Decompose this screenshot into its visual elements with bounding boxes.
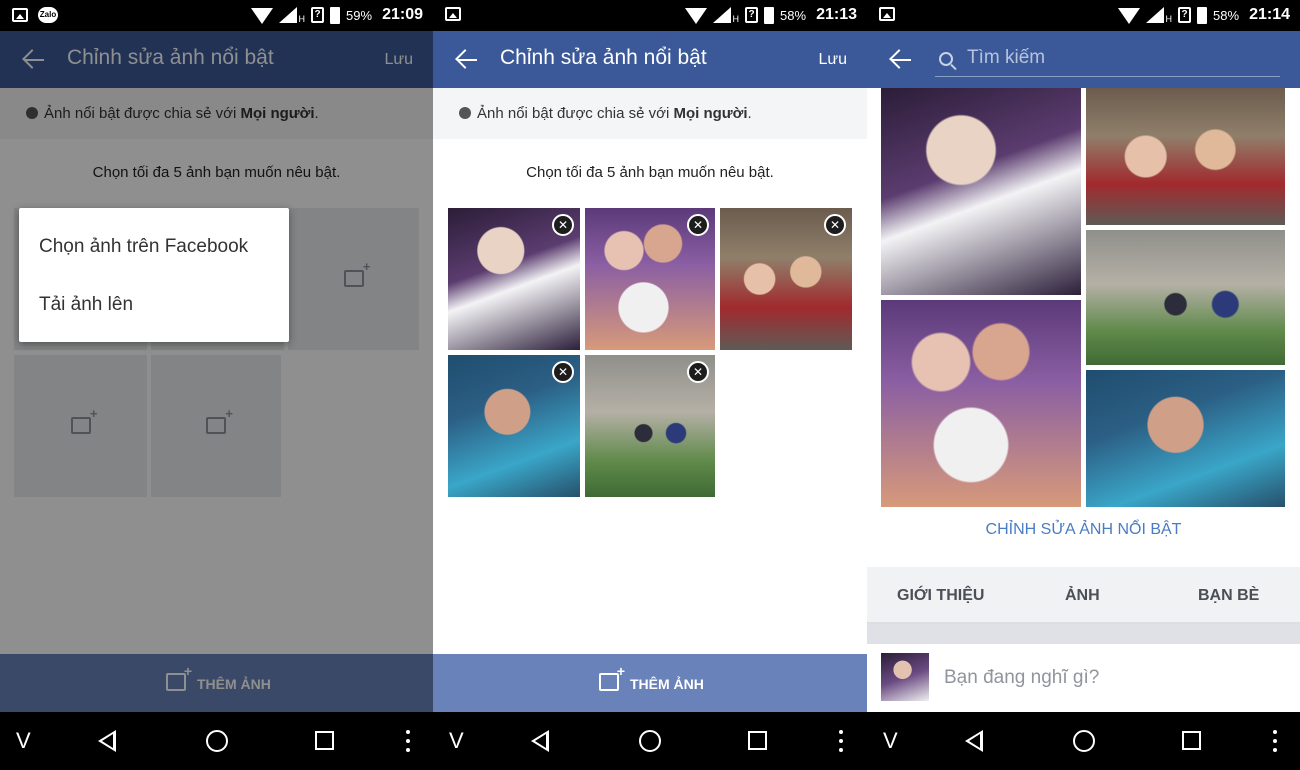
tab-friends[interactable]: BẠN BÈ [1198, 587, 1259, 605]
signal-icon [712, 7, 731, 23]
featured-photo[interactable] [1086, 370, 1285, 507]
menu-item-upload[interactable]: Tải ảnh lên [39, 294, 133, 316]
network-type: H [1165, 14, 1173, 24]
nav-recents-icon[interactable] [315, 731, 334, 750]
battery-percent: 58% [1213, 7, 1240, 23]
clock: 21:09 [382, 6, 423, 23]
battery-percent: 59% [346, 7, 373, 23]
battery-icon [330, 6, 341, 24]
screen-2: H ? 58% 21:13 Chỉnh sửa ảnh nổi bật Lưu … [433, 0, 867, 770]
clock: 21:13 [816, 6, 857, 23]
share-notice-text: Ảnh nổi bật được chia sẻ với Mọi người. [477, 105, 752, 122]
profile-tabs: GIỚI THIỆU ẢNH BẠN BÈ [867, 567, 1300, 624]
status-bar: H ? 58% 21:14 [867, 0, 1300, 31]
battery-icon [764, 6, 775, 24]
help-icon: ? [745, 7, 759, 23]
remove-photo-icon[interactable]: ✕ [687, 361, 709, 383]
featured-photo[interactable]: ✕ [448, 208, 580, 350]
featured-photo[interactable]: ✕ [585, 208, 715, 350]
remove-photo-icon[interactable]: ✕ [824, 214, 846, 236]
search-icon [939, 52, 953, 66]
photo-source-menu: Chọn ảnh trên Facebook Tải ảnh lên [19, 208, 289, 342]
wifi-icon [1117, 8, 1140, 24]
nav-home-icon[interactable] [1073, 730, 1095, 752]
gallery-notification-icon [879, 7, 895, 21]
gallery-notification-icon [445, 7, 461, 21]
nav-v-icon[interactable]: V [449, 728, 464, 754]
system-nav-bar: V [867, 712, 1300, 770]
nav-home-icon[interactable] [639, 730, 661, 752]
nav-menu-icon[interactable] [1273, 730, 1277, 752]
wifi-icon [684, 8, 707, 24]
battery-percent: 58% [780, 7, 807, 23]
battery-icon [1197, 6, 1208, 24]
nav-v-icon[interactable]: V [16, 728, 31, 754]
network-type: H [732, 14, 740, 24]
status-composer[interactable]: Bạn đang nghĩ gì? [867, 644, 1300, 712]
page-title: Chỉnh sửa ảnh nổi bật [500, 46, 707, 69]
help-icon: ? [311, 7, 325, 23]
status-bar: H ? 58% 21:13 [433, 0, 867, 31]
featured-photo[interactable] [1086, 88, 1285, 225]
add-photo-icon [599, 663, 625, 691]
select-prompt: Chọn tối đa 5 ảnh bạn muốn nêu bật. [526, 164, 774, 181]
featured-photo[interactable] [881, 88, 1081, 295]
help-icon: ? [1178, 7, 1192, 23]
zalo-notification-icon: Zalo [38, 7, 58, 23]
featured-photo[interactable]: ✕ [720, 208, 852, 350]
clock: 21:14 [1249, 6, 1290, 23]
system-nav-bar: V [433, 712, 867, 770]
nav-recents-icon[interactable] [748, 731, 767, 750]
composer-prompt: Bạn đang nghĩ gì? [944, 667, 1100, 688]
wifi-icon [250, 8, 273, 24]
remove-photo-icon[interactable]: ✕ [552, 361, 574, 383]
nav-v-icon[interactable]: V [883, 728, 898, 754]
signal-icon [1145, 7, 1164, 23]
status-bar: Zalo H ? 59% 21:09 [0, 0, 433, 31]
nav-home-icon[interactable] [206, 730, 228, 752]
menu-item-choose-facebook[interactable]: Chọn ảnh trên Facebook [39, 236, 248, 258]
edit-featured-link[interactable]: CHỈNH SỬA ẢNH NỔI BẬT [867, 521, 1300, 539]
tab-about[interactable]: GIỚI THIỆU [897, 587, 984, 605]
network-type: H [298, 14, 306, 24]
nav-recents-icon[interactable] [1182, 731, 1201, 750]
screen-1: Zalo H ? 59% 21:09 Chỉnh sửa ảnh nổi bật… [0, 0, 433, 770]
featured-photo[interactable] [881, 300, 1081, 507]
add-photo-label: THÊM ẢNH [630, 676, 704, 692]
back-arrow-icon[interactable] [889, 49, 913, 71]
gallery-notification-icon [12, 8, 28, 22]
tab-photos[interactable]: ẢNH [1065, 587, 1100, 605]
system-nav-bar: V [0, 712, 433, 770]
remove-photo-icon[interactable]: ✕ [687, 214, 709, 236]
signal-icon [278, 7, 297, 23]
featured-photo[interactable]: ✕ [448, 355, 580, 497]
back-arrow-icon[interactable] [455, 49, 479, 71]
avatar [881, 653, 929, 701]
nav-back-icon[interactable] [531, 730, 549, 752]
app-bar: Chỉnh sửa ảnh nổi bật Lưu [433, 31, 867, 88]
screen-3: H ? 58% 21:14 Tìm kiếm CHỈNH SỬA ẢNH NỔI… [867, 0, 1300, 770]
nav-back-icon[interactable] [965, 730, 983, 752]
featured-photo[interactable]: ✕ [585, 355, 715, 497]
search-bar: Tìm kiếm [867, 31, 1300, 88]
globe-icon [459, 107, 471, 119]
nav-menu-icon[interactable] [406, 730, 410, 752]
remove-photo-icon[interactable]: ✕ [552, 214, 574, 236]
save-button[interactable]: Lưu [818, 51, 847, 69]
featured-photo[interactable] [1086, 230, 1285, 365]
audience-label: Mọi người [673, 105, 748, 122]
search-input[interactable]: Tìm kiếm [935, 45, 1280, 77]
nav-back-icon[interactable] [98, 730, 116, 752]
search-placeholder: Tìm kiếm [967, 47, 1046, 68]
add-photo-bar[interactable]: THÊM ẢNH [433, 654, 867, 712]
share-notice: Ảnh nổi bật được chia sẻ với Mọi người. [433, 88, 867, 139]
dim-overlay[interactable] [0, 31, 433, 712]
section-divider [867, 624, 1300, 644]
nav-menu-icon[interactable] [839, 730, 843, 752]
